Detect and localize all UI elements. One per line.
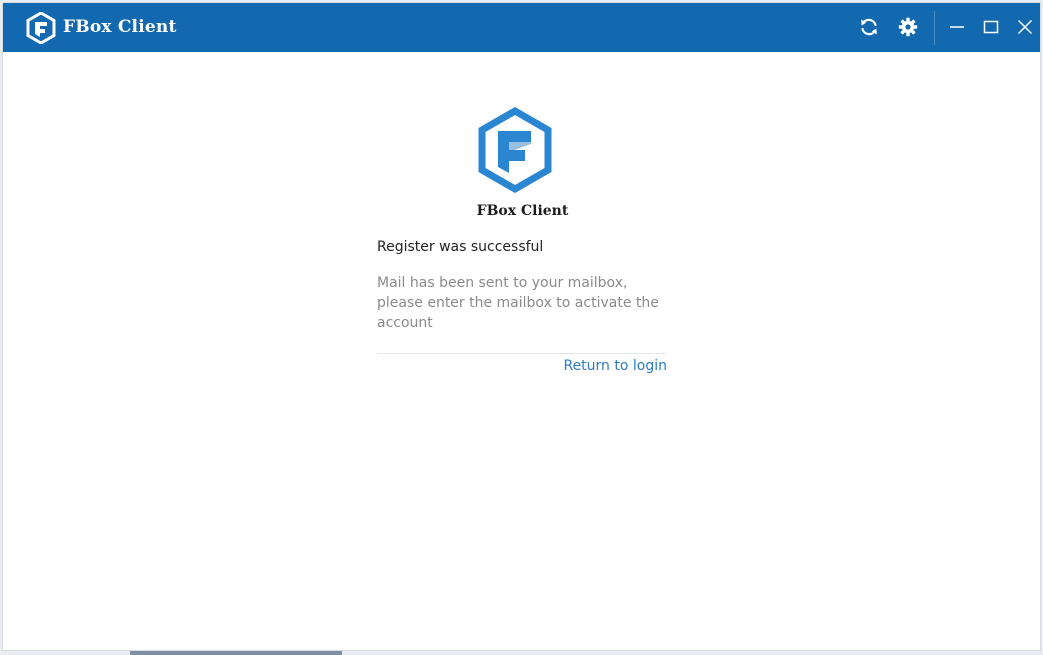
main-content: FBox Client Register was successful Mail… xyxy=(3,52,1040,652)
return-to-login-link[interactable]: Return to login xyxy=(563,358,667,374)
window-title: FBox Client xyxy=(63,17,177,37)
app-logo-icon xyxy=(26,12,56,44)
app-window: FBox Client FBox Client Register was suc… xyxy=(2,2,1041,651)
close-icon xyxy=(1017,19,1033,35)
divider xyxy=(377,353,667,354)
gear-icon xyxy=(898,17,918,37)
close-button[interactable] xyxy=(1012,14,1038,40)
status-message: Mail has been sent to your mailbox, plea… xyxy=(377,275,659,331)
minimize-icon xyxy=(950,26,964,28)
titlebar: FBox Client xyxy=(3,3,1040,52)
fbox-logo-icon xyxy=(478,107,552,193)
app-name-label: FBox Client xyxy=(476,203,569,219)
minimize-button[interactable] xyxy=(944,14,970,40)
maximize-icon xyxy=(983,20,999,34)
maximize-button[interactable] xyxy=(978,14,1004,40)
settings-button[interactable] xyxy=(895,14,921,40)
refresh-button[interactable] xyxy=(856,14,882,40)
titlebar-separator xyxy=(934,11,935,45)
status-title: Register was successful xyxy=(377,239,544,255)
register-result-panel: Register was successful Mail has been se… xyxy=(377,238,667,374)
refresh-icon xyxy=(861,18,877,36)
